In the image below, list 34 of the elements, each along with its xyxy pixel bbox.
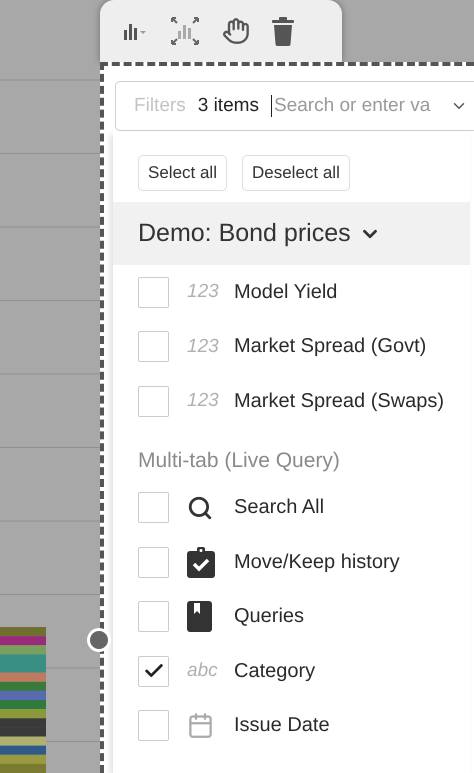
checkbox[interactable] <box>138 710 169 742</box>
clipboard-check-icon <box>187 546 215 578</box>
item-label[interactable]: Queries <box>234 605 304 628</box>
type-label: 123 <box>187 390 220 412</box>
type-label: 123 <box>187 336 220 358</box>
group-header[interactable]: Demo: Bond prices <box>113 202 470 265</box>
item-label[interactable]: Model Yield <box>234 280 338 304</box>
field-label: Filters <box>134 95 186 117</box>
section-heading: Multi-tab (Live Query) <box>137 448 341 474</box>
calendar-icon <box>187 712 214 740</box>
item-label[interactable]: Issue Date <box>234 714 330 738</box>
deselect-all-button[interactable]: Deselect all <box>242 155 350 191</box>
type-label: abc <box>187 660 219 682</box>
checkbox[interactable] <box>138 276 169 308</box>
checkbox[interactable] <box>138 601 169 632</box>
trash-icon[interactable] <box>272 16 294 46</box>
book-icon <box>187 601 212 632</box>
fit-chart-icon[interactable] <box>170 16 200 46</box>
selection-count: 3 items <box>198 95 259 117</box>
item-label[interactable]: Search All <box>234 496 324 520</box>
bar-chart-icon[interactable] <box>124 22 148 40</box>
checkbox[interactable] <box>138 546 169 578</box>
checkbox[interactable] <box>138 386 169 417</box>
item-label[interactable]: Move/Keep history <box>234 550 400 574</box>
item-label[interactable]: Market Spread (Govt) <box>234 335 426 358</box>
search-icon <box>187 494 213 521</box>
hand-icon[interactable] <box>222 17 250 45</box>
item-label[interactable]: Category <box>234 660 316 683</box>
item-label[interactable]: Market Spread (Swaps) <box>234 390 444 413</box>
checkbox[interactable] <box>138 492 169 524</box>
checkbox[interactable] <box>138 331 169 362</box>
select-all-button[interactable]: Select all <box>138 155 227 191</box>
type-label: 123 <box>187 281 220 304</box>
checkbox[interactable] <box>138 656 169 687</box>
